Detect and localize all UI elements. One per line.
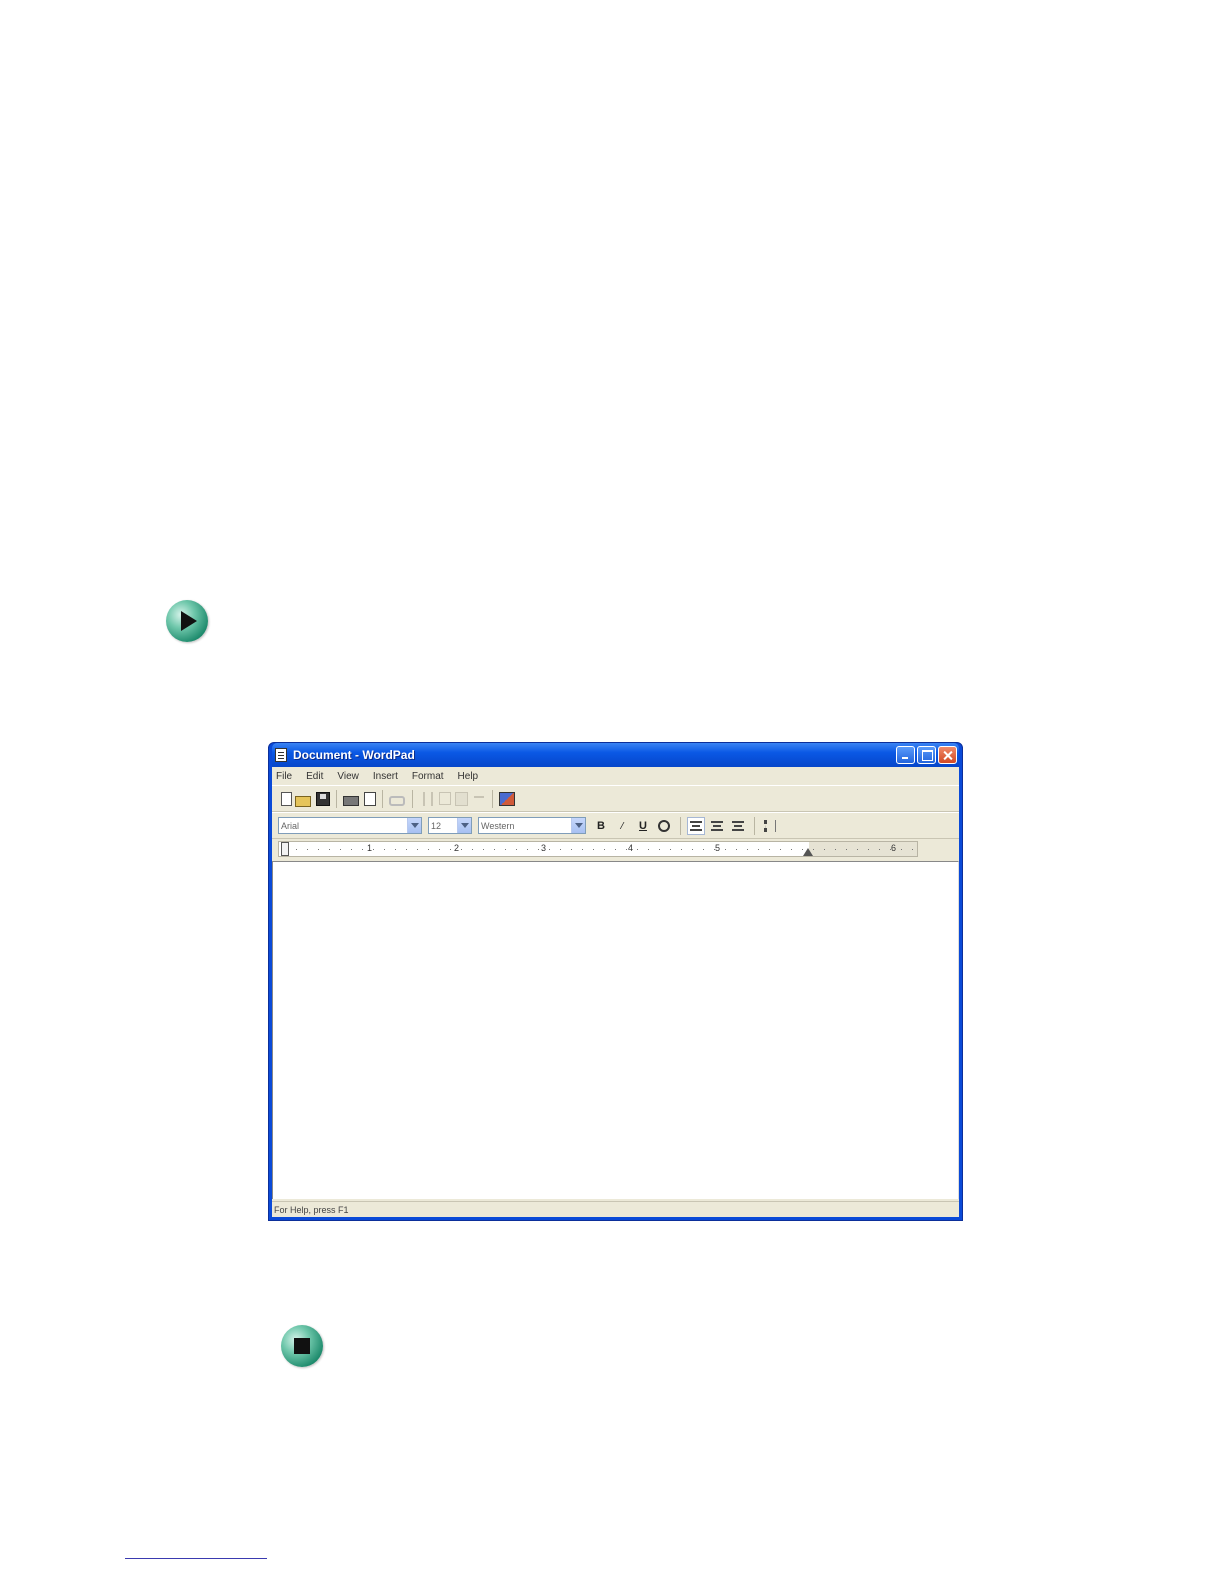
align-right-icon [732, 820, 744, 831]
color-button[interactable] [655, 817, 673, 835]
ruler-number: 6 [891, 843, 897, 853]
footer-rule [125, 1558, 267, 1559]
font-size-value: 12 [431, 820, 442, 831]
toolbar-separator [680, 816, 681, 835]
bullets-button[interactable] [761, 817, 779, 835]
left-indent-marker[interactable] [281, 842, 289, 856]
title-bar[interactable]: Document - WordPad [272, 743, 959, 767]
undo-icon[interactable] [474, 795, 484, 802]
ruler-number: 1 [367, 843, 373, 853]
script-select[interactable]: Western [478, 817, 586, 834]
menu-file[interactable]: File [276, 771, 292, 782]
insert-object-icon[interactable] [499, 791, 515, 806]
close-button[interactable] [938, 746, 957, 764]
bullets-icon [764, 819, 776, 832]
align-left-button[interactable] [687, 816, 705, 835]
font-select[interactable]: Arial [278, 817, 422, 834]
toolbar-separator [754, 816, 755, 835]
paste-icon[interactable] [455, 791, 468, 806]
toolbar-separator [336, 789, 337, 808]
align-center-button[interactable] [708, 817, 726, 835]
ruler-number: 2 [454, 843, 460, 853]
color-icon [658, 819, 670, 832]
menu-bar: File Edit View Insert Format Help [272, 767, 959, 785]
maximize-button[interactable] [917, 746, 936, 764]
chevron-down-icon[interactable] [571, 818, 585, 833]
format-toolbar: Arial 12 Western B / U [272, 812, 959, 839]
window-title: Document - WordPad [293, 748, 415, 762]
font-size-select[interactable]: 12 [428, 817, 472, 834]
chevron-down-icon[interactable] [407, 818, 421, 833]
cut-icon[interactable] [423, 791, 433, 806]
ruler-ticks [285, 849, 917, 850]
ruler-row: 1 2 3 4 5 6 [272, 839, 959, 861]
menu-format[interactable]: Format [412, 771, 444, 782]
script-value: Western [481, 820, 515, 831]
chevron-down-icon[interactable] [457, 818, 471, 833]
ruler-number: 3 [541, 843, 547, 853]
menu-insert[interactable]: Insert [373, 771, 398, 782]
align-left-icon [690, 820, 702, 831]
ruler-number: 5 [715, 843, 721, 853]
align-right-button[interactable] [729, 817, 747, 835]
save-disk-icon[interactable] [316, 791, 330, 806]
toolbar-separator [492, 789, 493, 808]
minimize-button[interactable] [896, 746, 915, 764]
menu-view[interactable]: View [337, 771, 359, 782]
find-icon[interactable] [389, 796, 405, 806]
italic-button[interactable]: / [613, 817, 631, 835]
underline-button[interactable]: U [634, 817, 652, 835]
status-text: For Help, press F1 [274, 1204, 349, 1215]
document-editor[interactable] [272, 861, 959, 1199]
font-value: Arial [281, 820, 300, 831]
document-icon [275, 748, 287, 762]
status-bar: For Help, press F1 [272, 1201, 959, 1217]
stop-icon [281, 1325, 323, 1367]
menu-edit[interactable]: Edit [306, 771, 323, 782]
menu-help[interactable]: Help [458, 771, 479, 782]
copy-icon[interactable] [439, 792, 451, 805]
toolbar-separator [382, 789, 383, 808]
toolbar-separator [412, 789, 413, 808]
wordpad-window: Document - WordPad File Edit View Insert… [268, 742, 963, 1221]
print-preview-icon[interactable] [364, 791, 376, 806]
standard-toolbar [272, 785, 959, 812]
bold-button[interactable]: B [592, 817, 610, 835]
window-client: File Edit View Insert Format Help Arial … [272, 767, 959, 1217]
right-indent-marker[interactable] [803, 848, 813, 856]
new-document-icon[interactable] [281, 791, 292, 806]
print-icon[interactable] [343, 796, 359, 806]
align-center-icon [711, 820, 723, 831]
play-icon [166, 600, 208, 642]
ruler-number: 4 [628, 843, 634, 853]
ruler[interactable]: 1 2 3 4 5 6 [278, 841, 918, 857]
open-folder-icon[interactable] [295, 795, 311, 807]
